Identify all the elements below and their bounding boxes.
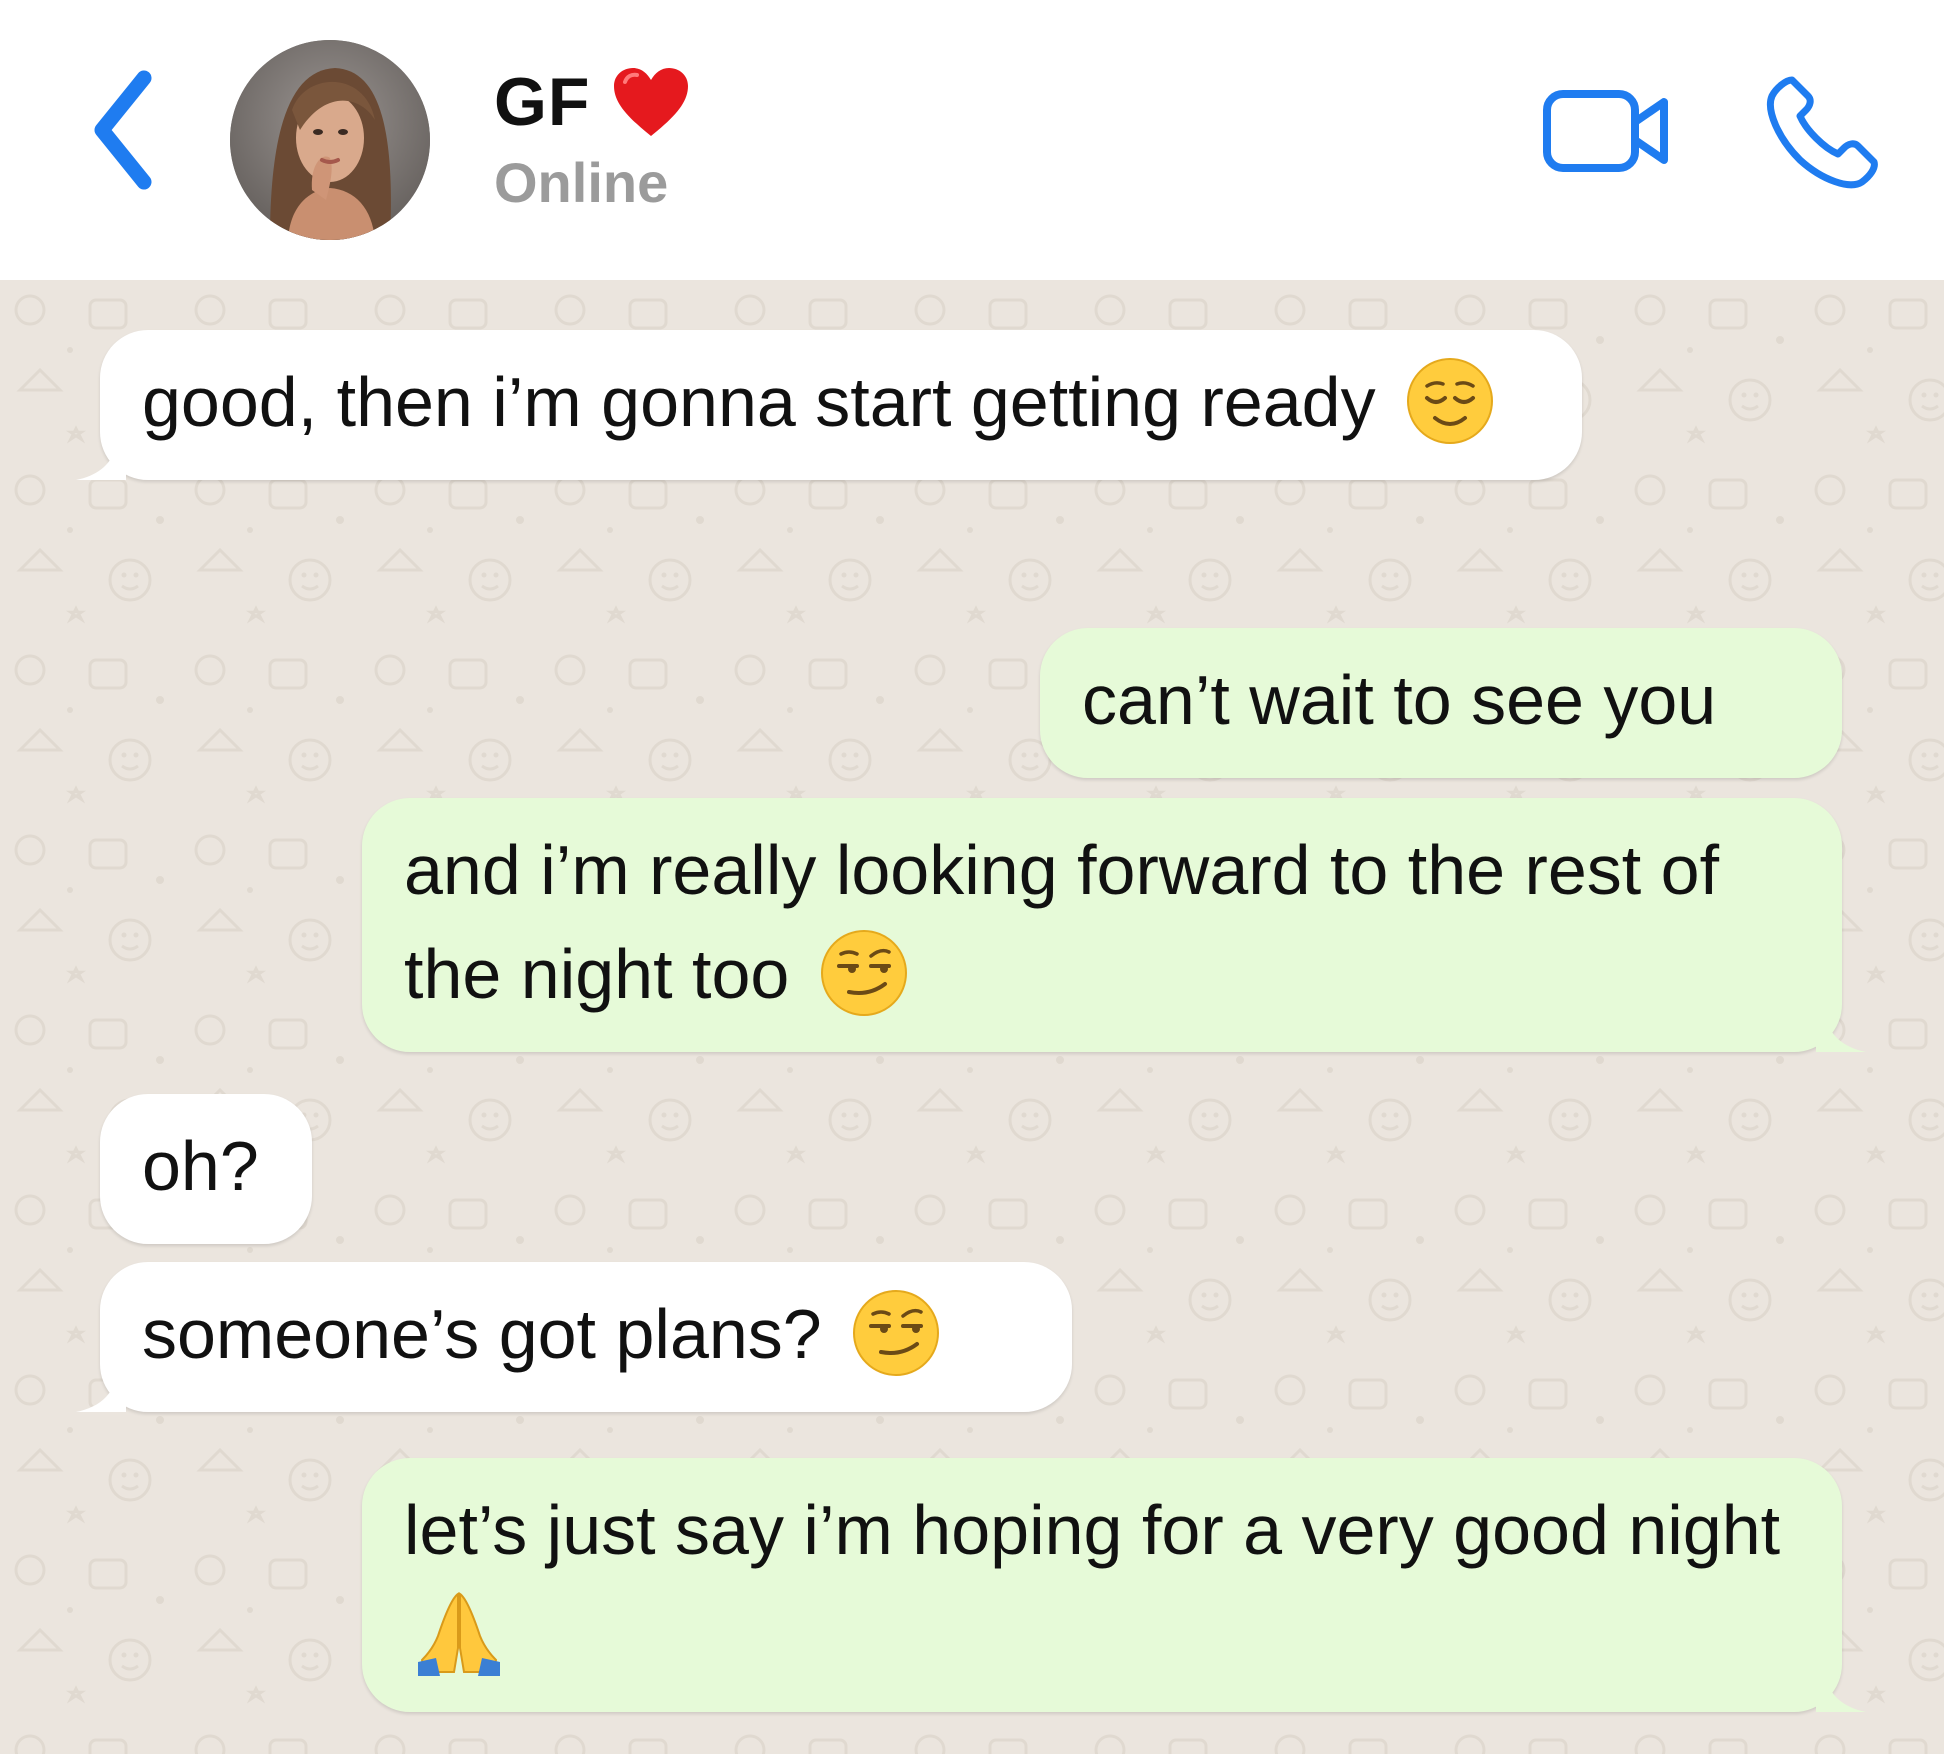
back-button[interactable]	[84, 66, 174, 196]
message-bubble-outgoing[interactable]: and i’m really looking forward to the re…	[362, 798, 1866, 1052]
message-bubble-outgoing[interactable]: can’t wait to see you	[1040, 628, 1842, 778]
message-text: and i’m really looking forward to the re…	[404, 831, 1720, 1013]
contact-name: GF	[494, 64, 591, 140]
contact-photo	[230, 40, 430, 240]
bubble-tail	[1816, 1662, 1866, 1712]
chat-area[interactable]: good, then i’m gonna start getting ready…	[0, 280, 1944, 1754]
contact-status: Online	[494, 151, 669, 214]
message-text: good, then i’m gonna start getting ready	[142, 363, 1376, 441]
voice-call-button[interactable]	[1762, 72, 1882, 192]
red-heart-icon	[614, 68, 689, 136]
bubble-tail	[76, 430, 126, 480]
video-camera-icon	[1543, 90, 1668, 172]
message-text: can’t wait to see you	[1082, 661, 1717, 739]
message-bubble-incoming[interactable]: oh?	[100, 1094, 312, 1244]
message-text: let’s just say i’m hoping for a very goo…	[404, 1491, 1781, 1569]
smirking-face-icon	[853, 1289, 940, 1376]
message-bubble-incoming[interactable]: good, then i’m gonna start getting ready	[76, 330, 1582, 480]
message-text: oh?	[142, 1127, 259, 1205]
phone-icon	[1767, 76, 1878, 189]
relieved-face-icon	[1407, 357, 1494, 444]
message-bubble-outgoing[interactable]: let’s just say i’m hoping for a very goo…	[362, 1458, 1866, 1712]
bubble-tail	[1816, 1002, 1866, 1052]
message-bubble-incoming[interactable]: someone’s got plans?	[76, 1262, 1072, 1412]
bubble-tail	[76, 1362, 126, 1412]
chevron-left-icon	[94, 70, 152, 190]
smirking-face-icon	[820, 929, 907, 1016]
video-call-button[interactable]	[1542, 86, 1672, 176]
chat-header: GF Online	[0, 0, 1944, 280]
folded-hands-icon	[418, 1591, 500, 1676]
message-text: someone’s got plans?	[142, 1295, 822, 1373]
avatar[interactable]	[230, 40, 430, 240]
contact-name-row[interactable]: GF	[494, 62, 692, 142]
